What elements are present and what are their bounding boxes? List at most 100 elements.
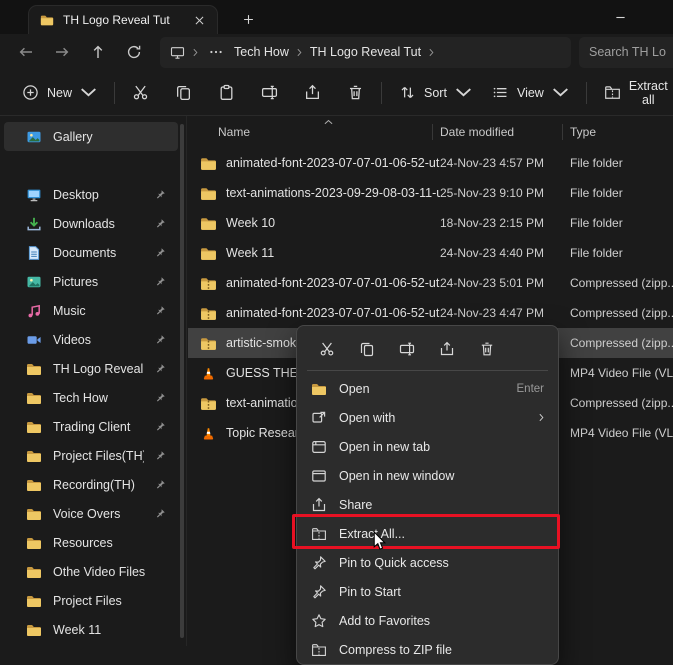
file-type: MP4 Video File (VL... bbox=[570, 366, 673, 380]
sidebar-item-recording-th[interactable]: Recording(TH) bbox=[4, 470, 178, 499]
context-menu-item-open-in-new-tab[interactable]: Open in new tab bbox=[301, 432, 554, 461]
open-with-icon bbox=[311, 410, 327, 426]
view-button[interactable]: View bbox=[482, 77, 579, 109]
pin-icon bbox=[155, 450, 166, 461]
column-header-name[interactable]: Name bbox=[218, 125, 440, 139]
sidebar-item-gallery[interactable]: Gallery bbox=[4, 122, 178, 151]
sort-button[interactable]: Sort bbox=[389, 77, 482, 109]
share-button[interactable] bbox=[294, 77, 331, 109]
sidebar-item-music[interactable]: Music bbox=[4, 296, 178, 325]
navigation-bar: Tech How TH Logo Reveal Tut Search TH Lo bbox=[0, 34, 673, 70]
sidebar-item-label: Recording(TH) bbox=[53, 478, 144, 492]
sidebar-item-resources[interactable]: Resources bbox=[4, 528, 178, 557]
minimize-button[interactable] bbox=[605, 6, 635, 28]
file-row-animated-font-2023-07-07-01-06-52-utc[interactable]: animated-font-2023-07-07-01-06-52-utc24-… bbox=[188, 148, 673, 178]
file-type: Compressed (zipp... bbox=[570, 276, 673, 290]
folder-icon bbox=[200, 185, 217, 202]
breadcrumb-item-th-logo-reveal-tut[interactable]: TH Logo Reveal Tut bbox=[310, 45, 421, 59]
sidebar-item-tech-how[interactable]: Tech How bbox=[4, 383, 178, 412]
file-row-text-animations-2023-09-29-08-03-11-utc[interactable]: text-animations-2023-09-29-08-03-11-utc2… bbox=[188, 178, 673, 208]
column-header-date-modified[interactable]: Date modified bbox=[440, 125, 570, 139]
menu-item-label: Compress to ZIP file bbox=[339, 643, 544, 657]
column-header-type[interactable]: Type bbox=[570, 125, 673, 139]
cut-icon bbox=[132, 84, 149, 101]
file-row-week-10[interactable]: Week 1018-Nov-23 2:15 PMFile folder bbox=[188, 208, 673, 238]
new-button[interactable]: New bbox=[12, 77, 107, 109]
context-menu-item-add-to-favorites[interactable]: Add to Favorites bbox=[301, 606, 554, 635]
file-row-week-11[interactable]: Week 1124-Nov-23 4:40 PMFile folder bbox=[188, 238, 673, 268]
tab-close-button[interactable] bbox=[189, 10, 209, 30]
paste-button[interactable] bbox=[208, 77, 245, 109]
breadcrumb-item-tech-how[interactable]: Tech How bbox=[234, 45, 289, 59]
context-menu-item-pin-to-quick-access[interactable]: Pin to Quick access bbox=[301, 548, 554, 577]
menu-delete-button[interactable] bbox=[470, 334, 503, 364]
sidebar-item-documents[interactable]: Documents bbox=[4, 238, 178, 267]
breadcrumb-ellipsis-button[interactable] bbox=[206, 42, 226, 62]
file-type: MP4 Video File (VL... bbox=[570, 426, 673, 440]
file-type: Compressed (zipp... bbox=[570, 306, 673, 320]
delete-icon bbox=[347, 84, 364, 101]
sidebar-item-week-11[interactable]: Week 11 bbox=[4, 615, 178, 644]
file-row-animated-font-2023-07-07-01-06-52-utc[interactable]: animated-font-2023-07-07-01-06-52-utc24-… bbox=[188, 298, 673, 328]
up-button[interactable] bbox=[80, 37, 116, 67]
sidebar-item-desktop[interactable]: Desktop bbox=[4, 180, 178, 209]
menu-share-button[interactable] bbox=[430, 334, 463, 364]
context-menu-item-open[interactable]: OpenEnter bbox=[301, 374, 554, 403]
sidebar-item-pictures[interactable]: Pictures bbox=[4, 267, 178, 296]
share-icon bbox=[311, 497, 327, 513]
folder-icon bbox=[26, 564, 42, 580]
explorer-tab[interactable]: TH Logo Reveal Tut bbox=[28, 5, 218, 34]
breadcrumb-chevron-icon bbox=[297, 48, 302, 57]
sidebar-item-th-logo-reveal-tut[interactable]: TH Logo Reveal Tut bbox=[4, 354, 178, 383]
back-button[interactable] bbox=[8, 37, 44, 67]
sidebar-item-othe-video-files[interactable]: Othe Video Files bbox=[4, 557, 178, 586]
file-name: animated-font-2023-07-07-01-06-52-utc bbox=[226, 156, 440, 170]
sidebar-item-project-files-th[interactable]: Project Files(TH) bbox=[4, 441, 178, 470]
new-tab-button[interactable] bbox=[236, 8, 260, 30]
refresh-button[interactable] bbox=[116, 37, 152, 67]
search-box[interactable]: Search TH Lo bbox=[579, 37, 673, 68]
context-menu-item-open-with[interactable]: Open with bbox=[301, 403, 554, 432]
title-bar: TH Logo Reveal Tut bbox=[0, 0, 673, 34]
folder-icon bbox=[311, 381, 327, 397]
sidebar-scrollbar[interactable] bbox=[180, 124, 184, 638]
copy-button[interactable] bbox=[165, 77, 202, 109]
toolbar-separator bbox=[586, 82, 587, 104]
documents-icon bbox=[26, 245, 42, 261]
sidebar-item-videos[interactable]: Videos bbox=[4, 325, 178, 354]
ellipsis-icon bbox=[208, 44, 224, 60]
extract-icon bbox=[604, 84, 621, 101]
breadcrumb[interactable]: Tech How TH Logo Reveal Tut bbox=[160, 37, 571, 68]
copy-icon bbox=[359, 341, 375, 357]
sidebar-item-downloads[interactable]: Downloads bbox=[4, 209, 178, 238]
sidebar-item-label: TH Logo Reveal Tut bbox=[53, 362, 144, 376]
submenu-chevron-icon bbox=[539, 413, 544, 422]
context-menu-item-open-in-new-window[interactable]: Open in new window bbox=[301, 461, 554, 490]
folder-icon bbox=[26, 390, 42, 406]
forward-button[interactable] bbox=[44, 37, 80, 67]
menu-cut-button[interactable] bbox=[310, 334, 343, 364]
menu-rename-button[interactable] bbox=[390, 334, 423, 364]
search-text: Search TH Lo bbox=[589, 45, 666, 59]
pin-icon bbox=[155, 508, 166, 519]
sidebar-item-trading-client[interactable]: Trading Client bbox=[4, 412, 178, 441]
forward-arrow-icon bbox=[54, 44, 70, 60]
rename-button[interactable] bbox=[251, 77, 288, 109]
context-menu: OpenEnterOpen withOpen in new tabOpen in… bbox=[296, 325, 559, 665]
delete-button[interactable] bbox=[337, 77, 374, 109]
extract-all-button[interactable]: Extract all bbox=[594, 77, 673, 109]
new-window-icon bbox=[311, 468, 327, 484]
sidebar-item-label: Voice Overs bbox=[53, 507, 144, 521]
cut-button[interactable] bbox=[122, 77, 159, 109]
folder-icon bbox=[26, 419, 42, 435]
menu-copy-button[interactable] bbox=[350, 334, 383, 364]
context-menu-item-compress-to-zip-file[interactable]: Compress to ZIP file bbox=[301, 635, 554, 664]
sidebar-item-voice-overs[interactable]: Voice Overs bbox=[4, 499, 178, 528]
file-date-modified: 24-Nov-23 5:01 PM bbox=[440, 276, 570, 290]
sidebar: Gallery DesktopDownloadsDocumentsPictures… bbox=[0, 116, 187, 646]
sidebar-item-project-files[interactable]: Project Files bbox=[4, 586, 178, 615]
context-menu-item-pin-to-start[interactable]: Pin to Start bbox=[301, 577, 554, 606]
vlc-icon bbox=[200, 425, 217, 442]
file-row-animated-font-2023-07-07-01-06-52-utc[interactable]: animated-font-2023-07-07-01-06-52-utc...… bbox=[188, 268, 673, 298]
mouse-cursor bbox=[373, 531, 386, 551]
